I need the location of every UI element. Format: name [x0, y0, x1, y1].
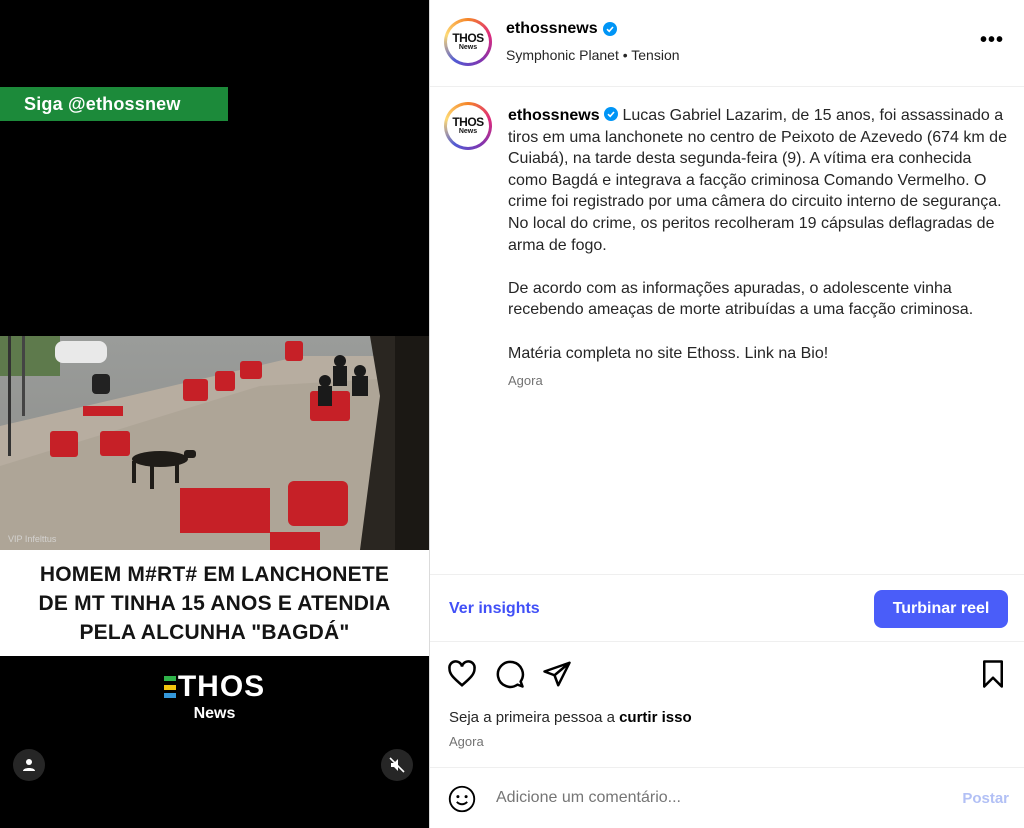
follow-banner: Siga @ethossnew	[0, 87, 228, 121]
post-header: THOS News ethossnews Symphonic Planet • …	[430, 0, 1024, 87]
action-bar	[430, 657, 1024, 693]
logo-word: THOS	[177, 670, 266, 703]
view-insights-link[interactable]: Ver insights	[449, 600, 540, 618]
share-icon[interactable]	[542, 659, 572, 689]
avatar-subtext: News	[458, 43, 478, 51]
likes-text: Seja a primeira pessoa a curtir isso	[449, 709, 692, 726]
video-watermark: VIP Infelttus	[8, 534, 57, 544]
boost-reel-button[interactable]: Turbinar reel	[874, 590, 1008, 628]
user-icon	[23, 759, 35, 771]
avatar-text: THOS	[452, 30, 484, 45]
avatar[interactable]: THOS News	[444, 102, 492, 150]
video-headline: HOMEM M#RT# EM LANCHONETE DE MT TINHA 15…	[0, 550, 429, 656]
mute-button[interactable]	[381, 749, 413, 781]
username-link[interactable]: ethossnews	[506, 20, 617, 38]
post-comment-button[interactable]: Postar	[962, 790, 1009, 807]
headline-line: DE MT TINHA 15 ANOS E ATENDIA	[38, 591, 391, 615]
post-details-panel: THOS News ethossnews Symphonic Planet • …	[429, 0, 1024, 828]
headline-line: HOMEM M#RT# EM LANCHONETE	[39, 562, 390, 586]
comment-bar: Postar	[430, 767, 1024, 828]
post-timestamp: Agora	[449, 734, 484, 749]
bookmark-icon[interactable]	[978, 659, 1008, 689]
logo-subword: News	[193, 705, 236, 722]
logo-bars-icon	[163, 676, 176, 698]
likes-prefix: Seja a primeira pessoa a	[449, 709, 620, 726]
caption-paragraph: Lucas Gabriel Lazarim, de 15 anos, foi a…	[508, 107, 1007, 254]
speaker-muted-icon	[389, 757, 405, 773]
more-options-icon[interactable]: •••	[980, 30, 1004, 50]
username[interactable]: ethossnews	[506, 20, 598, 38]
headline-line: PELA ALCUNHA "BAGDÁ"	[79, 620, 350, 644]
caption-text: ethossnews Lucas Gabriel Lazarim, de 15 …	[508, 105, 1008, 386]
verified-badge-icon	[602, 22, 617, 36]
caption-paragraph: De acordo com as informações apuradas, o…	[508, 279, 974, 319]
heart-icon[interactable]	[447, 659, 477, 689]
avatar[interactable]: THOS News	[444, 18, 492, 66]
caption-timestamp: Agora	[508, 373, 543, 388]
caption-paragraph: Matéria completa no site Ethoss. Link na…	[508, 344, 829, 362]
avatar-subtext: News	[458, 127, 478, 135]
cctv-footage: VIP Infelttus	[0, 336, 429, 550]
ethos-news-logo: THOS News	[0, 672, 429, 723]
reel-video[interactable]: Siga @ethossnew VIP Infelttus HOMEM M#RT…	[0, 0, 429, 828]
avatar-text: THOS	[452, 114, 484, 129]
verified-badge-icon	[604, 107, 619, 121]
caption-username[interactable]: ethossnews	[508, 107, 600, 124]
caption-section: THOS News ethossnews Lucas Gabriel Lazar…	[430, 88, 1024, 575]
insights-bar: Ver insights Turbinar reel	[430, 576, 1024, 642]
like-this-link[interactable]: curtir isso	[619, 709, 692, 726]
tagged-users-button[interactable]	[13, 749, 45, 781]
comment-input[interactable]	[496, 789, 876, 807]
emoji-icon[interactable]	[448, 785, 476, 813]
audio-track-link[interactable]: Symphonic Planet • Tension	[506, 47, 680, 63]
comment-icon[interactable]	[495, 659, 525, 689]
